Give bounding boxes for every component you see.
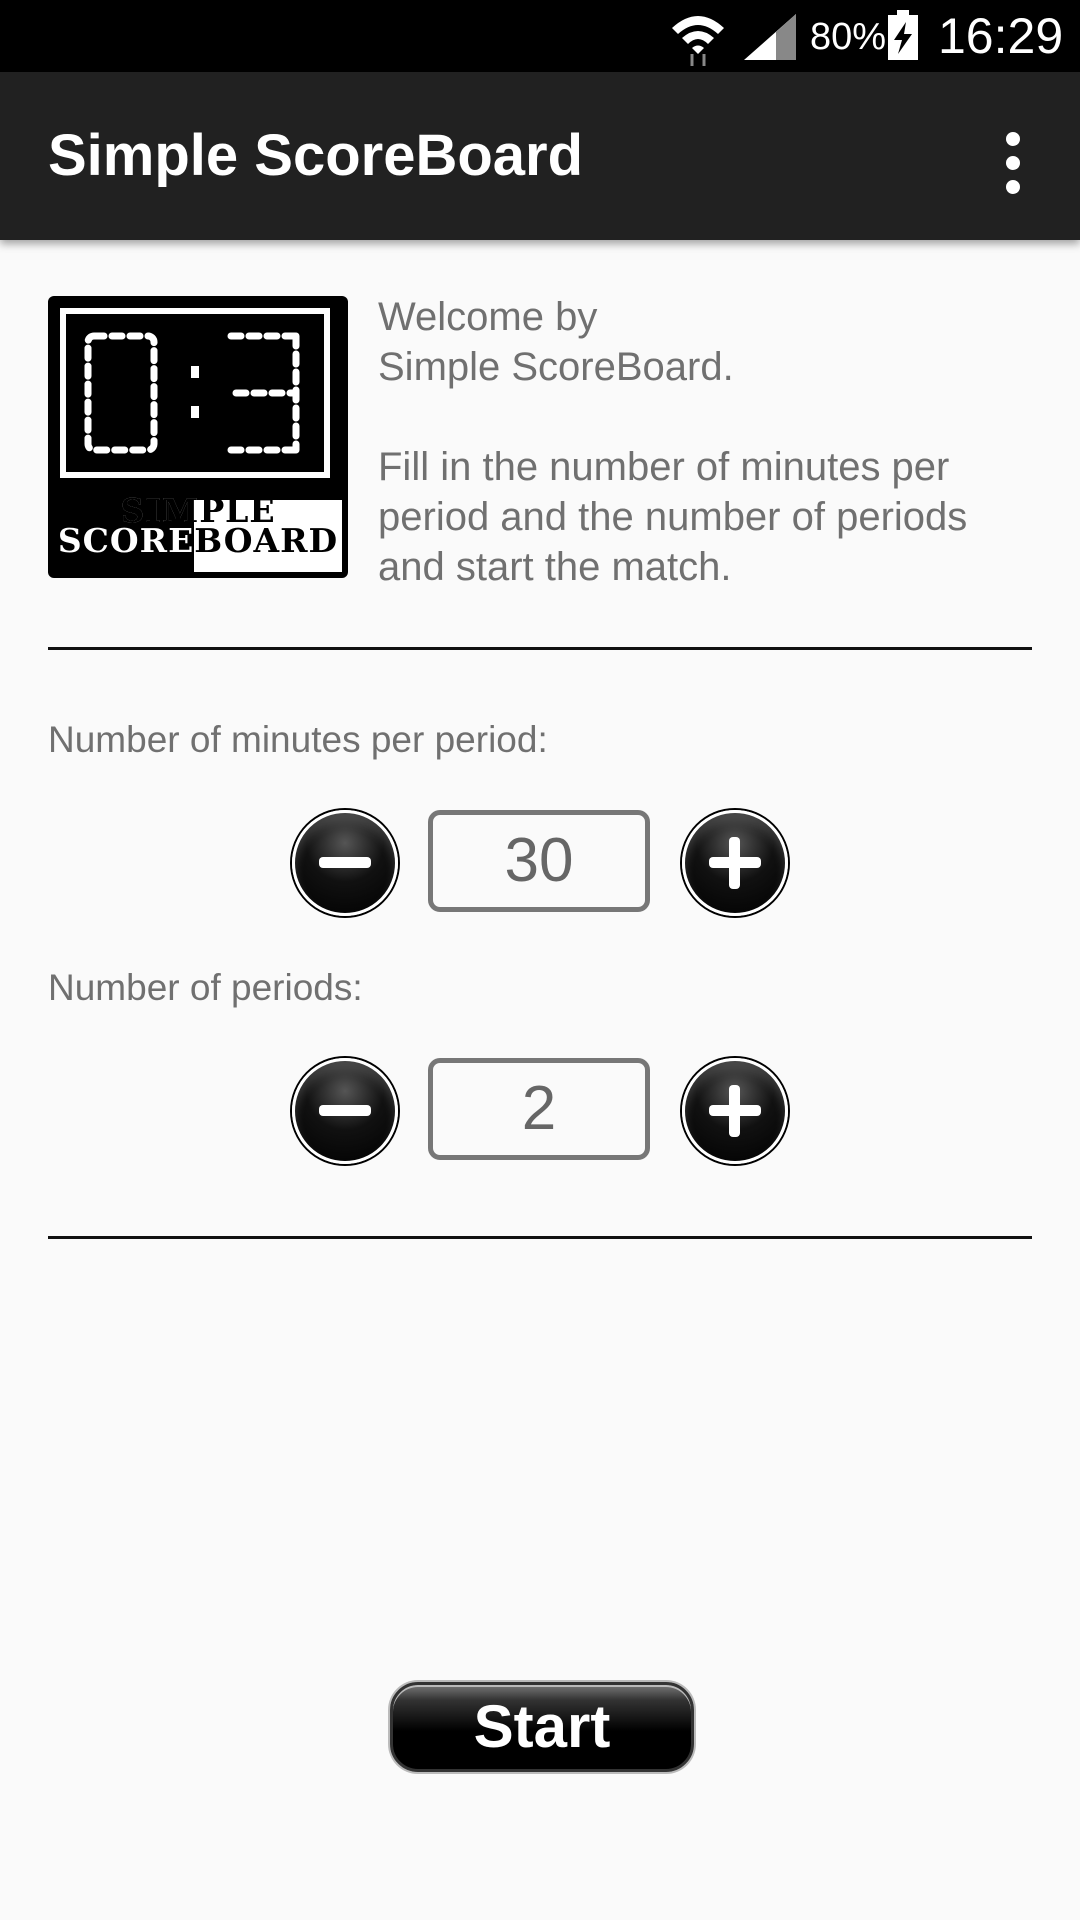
app-logo: SIMPLE SCOREBOARD [48,296,348,578]
battery-charging-icon [888,10,918,60]
minutes-increment-button[interactable] [682,810,788,916]
app-title: Simple ScoreBoard [48,123,584,188]
periods-label: Number of periods: [48,967,363,1008]
minus-icon [319,857,371,868]
start-button[interactable]: Start [390,1682,694,1772]
periods-decrement-button[interactable] [292,1058,398,1164]
periods-increment-button[interactable] [682,1058,788,1164]
cell-signal-icon [744,14,796,60]
more-vert-icon[interactable] [990,124,1038,204]
minutes-label: Number of minutes per period: [48,719,548,760]
battery-percent: 80% [810,16,887,58]
divider-bottom [48,1236,1032,1239]
minus-icon [319,1105,371,1116]
logo-screen [60,308,330,478]
logo-digit-display [84,332,300,454]
periods-input[interactable]: 2 [428,1058,650,1160]
logo-line2: SCOREBOARD [57,521,339,560]
clock: 16:29 [938,8,1064,64]
minutes-decrement-button[interactable] [292,810,398,916]
welcome-text: Welcome by Simple ScoreBoard. Fill in th… [378,295,968,589]
app-bar: Simple ScoreBoard [0,72,1080,240]
divider-top [48,647,1032,650]
status-bar: 80% 16:29 [0,0,1080,72]
wifi-icon [672,16,724,66]
minutes-input[interactable]: 30 [428,810,650,912]
